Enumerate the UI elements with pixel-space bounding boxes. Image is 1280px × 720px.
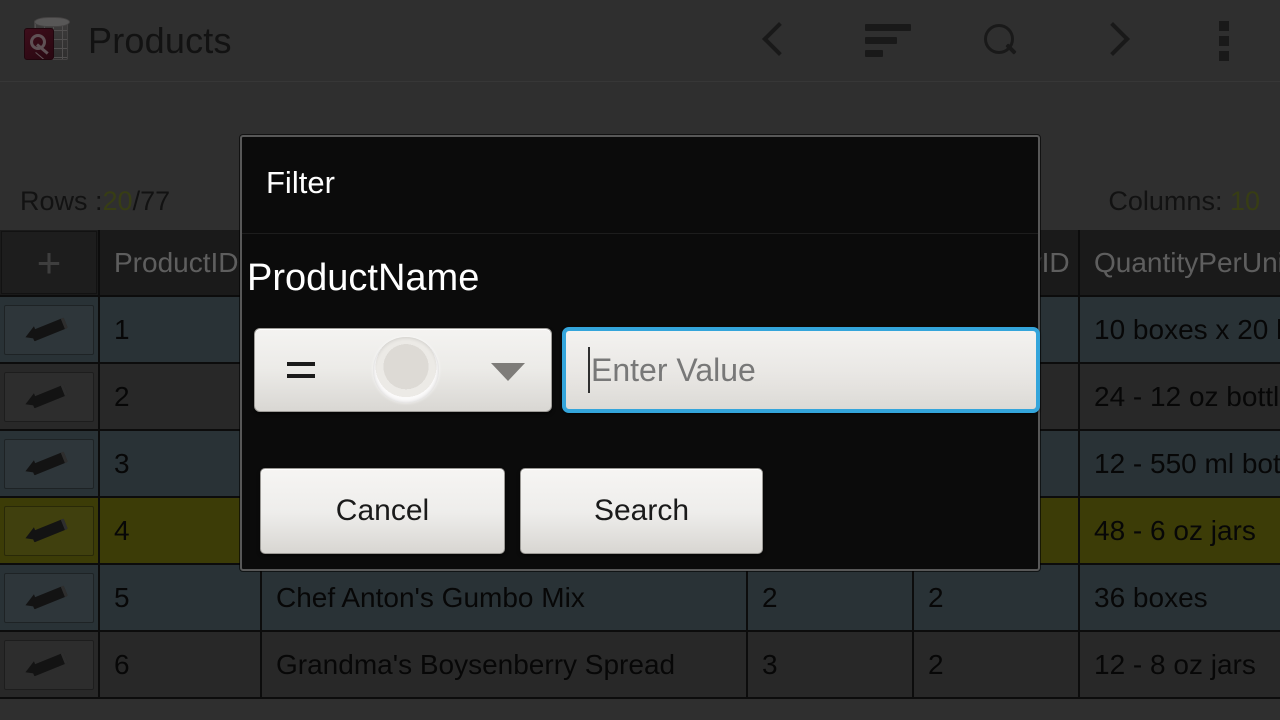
value-input[interactable]: Enter Value <box>562 327 1040 413</box>
dialog-title: Filter <box>266 165 335 200</box>
touch-ripple-indicator <box>373 337 439 403</box>
screen: Products <box>0 0 1280 720</box>
equals-icon <box>287 362 315 378</box>
dialog-column-name: ProductName <box>247 257 480 299</box>
search-submit-button[interactable]: Search <box>520 468 763 554</box>
cancel-button[interactable]: Cancel <box>260 468 505 554</box>
value-input-placeholder: Enter Value <box>591 351 756 388</box>
text-cursor <box>588 347 590 393</box>
filter-dialog: Filter ProductName Enter Value Cancel Se… <box>240 135 1040 571</box>
operator-spinner[interactable] <box>254 328 552 412</box>
dialog-divider <box>242 233 1038 234</box>
chevron-down-icon <box>491 363 525 381</box>
